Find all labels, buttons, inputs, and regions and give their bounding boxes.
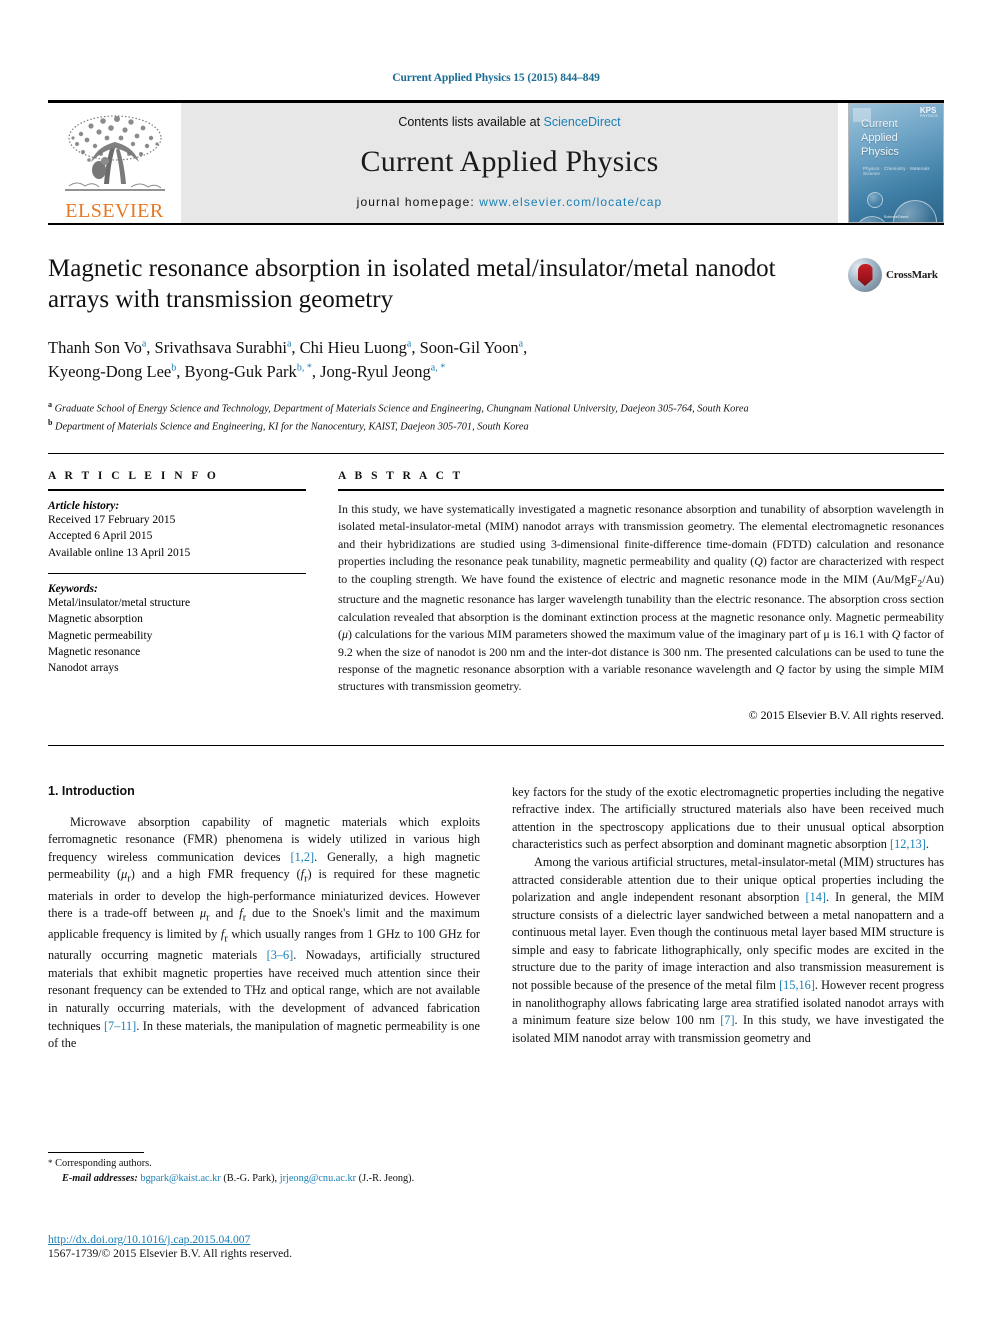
abstract-column: A B S T R A C T In this study, we have s… — [338, 470, 944, 723]
crossmark-label: CrossMark — [886, 269, 938, 281]
title-block: CrossMark Magnetic resonance absorption … — [48, 253, 944, 435]
running-head: Current Applied Physics 15 (2015) 844–84… — [392, 72, 600, 84]
footnote-corresponding-text: Corresponding authors. — [55, 1158, 152, 1169]
author-affil-marker: a, * — [430, 362, 446, 374]
abstract-heading: A B S T R A C T — [338, 470, 464, 483]
article-info-heading: A R T I C L E I N F O — [48, 470, 219, 483]
author-name[interactable]: Kyeong-Dong Lee — [48, 362, 171, 381]
page-title: Magnetic resonance absorption in isolate… — [48, 255, 776, 314]
keywords-separator-rule — [48, 573, 306, 575]
article-history-item: Accepted 6 April 2015 — [48, 530, 153, 543]
cover-publisher-foot: ScienceDirect — [883, 214, 909, 219]
crossmark-badge[interactable]: CrossMark — [848, 255, 944, 295]
corresponding-author-footnote: * Corresponding authors. E-mail addresse… — [48, 1152, 480, 1187]
elsevier-logo: ELSEVIER — [48, 103, 181, 223]
article-history-item: Available online 13 April 2015 — [48, 546, 191, 559]
affiliation-b: b Department of Materials Science and En… — [48, 418, 529, 433]
email-owner-jeong: (J.-R. Jeong). — [358, 1172, 415, 1184]
article-history-label: Article history: — [48, 500, 120, 513]
email-addresses-label: E-mail addresses: — [62, 1172, 138, 1184]
author-affil-marker: b, * — [296, 362, 312, 374]
keyword-item: Magnetic permeability — [48, 629, 153, 642]
journal-masthead: ELSEVIER Contents lists available at Sci… — [48, 100, 944, 223]
article-info-rule — [48, 489, 306, 492]
author-affil-marker: b — [171, 362, 177, 374]
journal-title: Current Applied Physics — [360, 145, 659, 178]
body-column-left: 1. Introduction Microwave absorption cap… — [48, 784, 480, 1053]
footnote-rule — [48, 1152, 144, 1153]
author-affil-marker: a — [406, 338, 412, 349]
journal-homepage-line: journal homepage: www.elsevier.com/locat… — [357, 195, 663, 209]
cover-society-mark: KPS PHYSICS — [919, 106, 938, 118]
cover-subtitle: Physics · Chemistry · Materials Science — [863, 166, 930, 176]
homepage-prefix: journal homepage: — [356, 195, 480, 209]
article-history-item: Received 17 February 2015 — [48, 514, 176, 527]
email-owner-park: (B.-G. Park) — [223, 1172, 275, 1184]
body-columns: 1. Introduction Microwave absorption cap… — [48, 784, 944, 1053]
abstract-text: In this study, we have systematically in… — [338, 502, 945, 694]
affiliations: a Graduate School of Energy Science and … — [48, 399, 888, 435]
keyword-item: Metal/insulator/metal structure — [48, 597, 191, 610]
sciencedirect-link[interactable]: ScienceDirect — [544, 115, 621, 129]
elsevier-wordmark: ELSEVIER — [65, 200, 164, 222]
elsevier-tree-icon — [64, 115, 165, 191]
footnote-corresponding-line: * Corresponding authors. — [48, 1157, 480, 1172]
author-name[interactable]: Jong-Ryul Jeong — [320, 362, 431, 381]
author-affil-marker: a — [286, 338, 292, 349]
crossmark-icon — [848, 258, 882, 292]
keyword-item: Magnetic absorption — [48, 613, 143, 626]
author-name[interactable]: Thanh Son Vo — [48, 338, 142, 357]
body-column-right: key factors for the study of the exotic … — [512, 784, 944, 1053]
doi-link[interactable]: http://dx.doi.org/10.1016/j.cap.2015.04.… — [48, 1233, 548, 1246]
contents-prefix: Contents lists available at — [398, 115, 544, 129]
journal-cover-thumbnail[interactable]: KPS PHYSICS Current Applied Physics Phys… — [848, 103, 944, 223]
author-affil-marker: a — [518, 338, 524, 349]
keyword-item: Magnetic resonance — [48, 646, 141, 659]
author-name[interactable]: Chi Hieu Luong — [300, 338, 407, 357]
paragraph: key factors for the study of the exotic … — [512, 784, 944, 852]
title-bottom-rule — [48, 453, 944, 455]
contents-available-line: Contents lists available at ScienceDirec… — [398, 115, 620, 129]
footnote-star-marker: * — [48, 1158, 53, 1168]
info-abstract-row: A R T I C L E I N F O Article history: R… — [48, 470, 944, 723]
article-page: Current Applied Physics 15 (2015) 844–84… — [0, 0, 992, 1323]
cover-title: Current Applied Physics — [861, 118, 899, 158]
cover-bubble — [893, 200, 937, 222]
abstract-bottom-rule — [48, 744, 944, 746]
author-name[interactable]: Byong-Guk Park — [185, 362, 297, 381]
affiliation-a: a Graduate School of Energy Science and … — [48, 400, 749, 415]
masthead-bottom-rule — [48, 223, 944, 225]
author-name[interactable]: Srivathsava Surabhi — [155, 338, 287, 357]
paragraph: Microwave absorption capability of magne… — [48, 814, 481, 1051]
email-link-jeong[interactable]: jrjeong@cnu.ac.kr — [280, 1173, 356, 1184]
journal-homepage-link[interactable]: www.elsevier.com/locate/cap — [479, 195, 662, 209]
author-affil-marker: a — [141, 338, 147, 349]
issn-copyright-line: 1567-1739/© 2015 Elsevier B.V. All right… — [48, 1247, 292, 1260]
masthead-center: Contents lists available at ScienceDirec… — [181, 103, 838, 223]
cover-bubble — [867, 192, 883, 208]
author-name[interactable]: Soon-Gil Yoon — [420, 338, 519, 357]
keywords-label: Keywords: — [48, 583, 98, 596]
email-link-park[interactable]: bgpark@kaist.ac.kr — [140, 1173, 220, 1184]
author-list: Thanh Son Voa, Srivathsava Surabhia, Chi… — [48, 337, 528, 382]
abstract-copyright: © 2015 Elsevier B.V. All rights reserved… — [748, 707, 944, 722]
keyword-item: Nanodot arrays — [48, 662, 119, 675]
section-heading-introduction: 1. Introduction — [48, 783, 135, 798]
paragraph: Among the various artificial structures,… — [512, 854, 945, 1045]
abstract-rule — [338, 489, 944, 492]
doi-block: http://dx.doi.org/10.1016/j.cap.2015.04.… — [48, 1233, 548, 1260]
article-info-column: A R T I C L E I N F O Article history: R… — [48, 470, 306, 723]
footnote-email-line: E-mail addresses: bgpark@kaist.ac.kr (B.… — [62, 1172, 415, 1184]
